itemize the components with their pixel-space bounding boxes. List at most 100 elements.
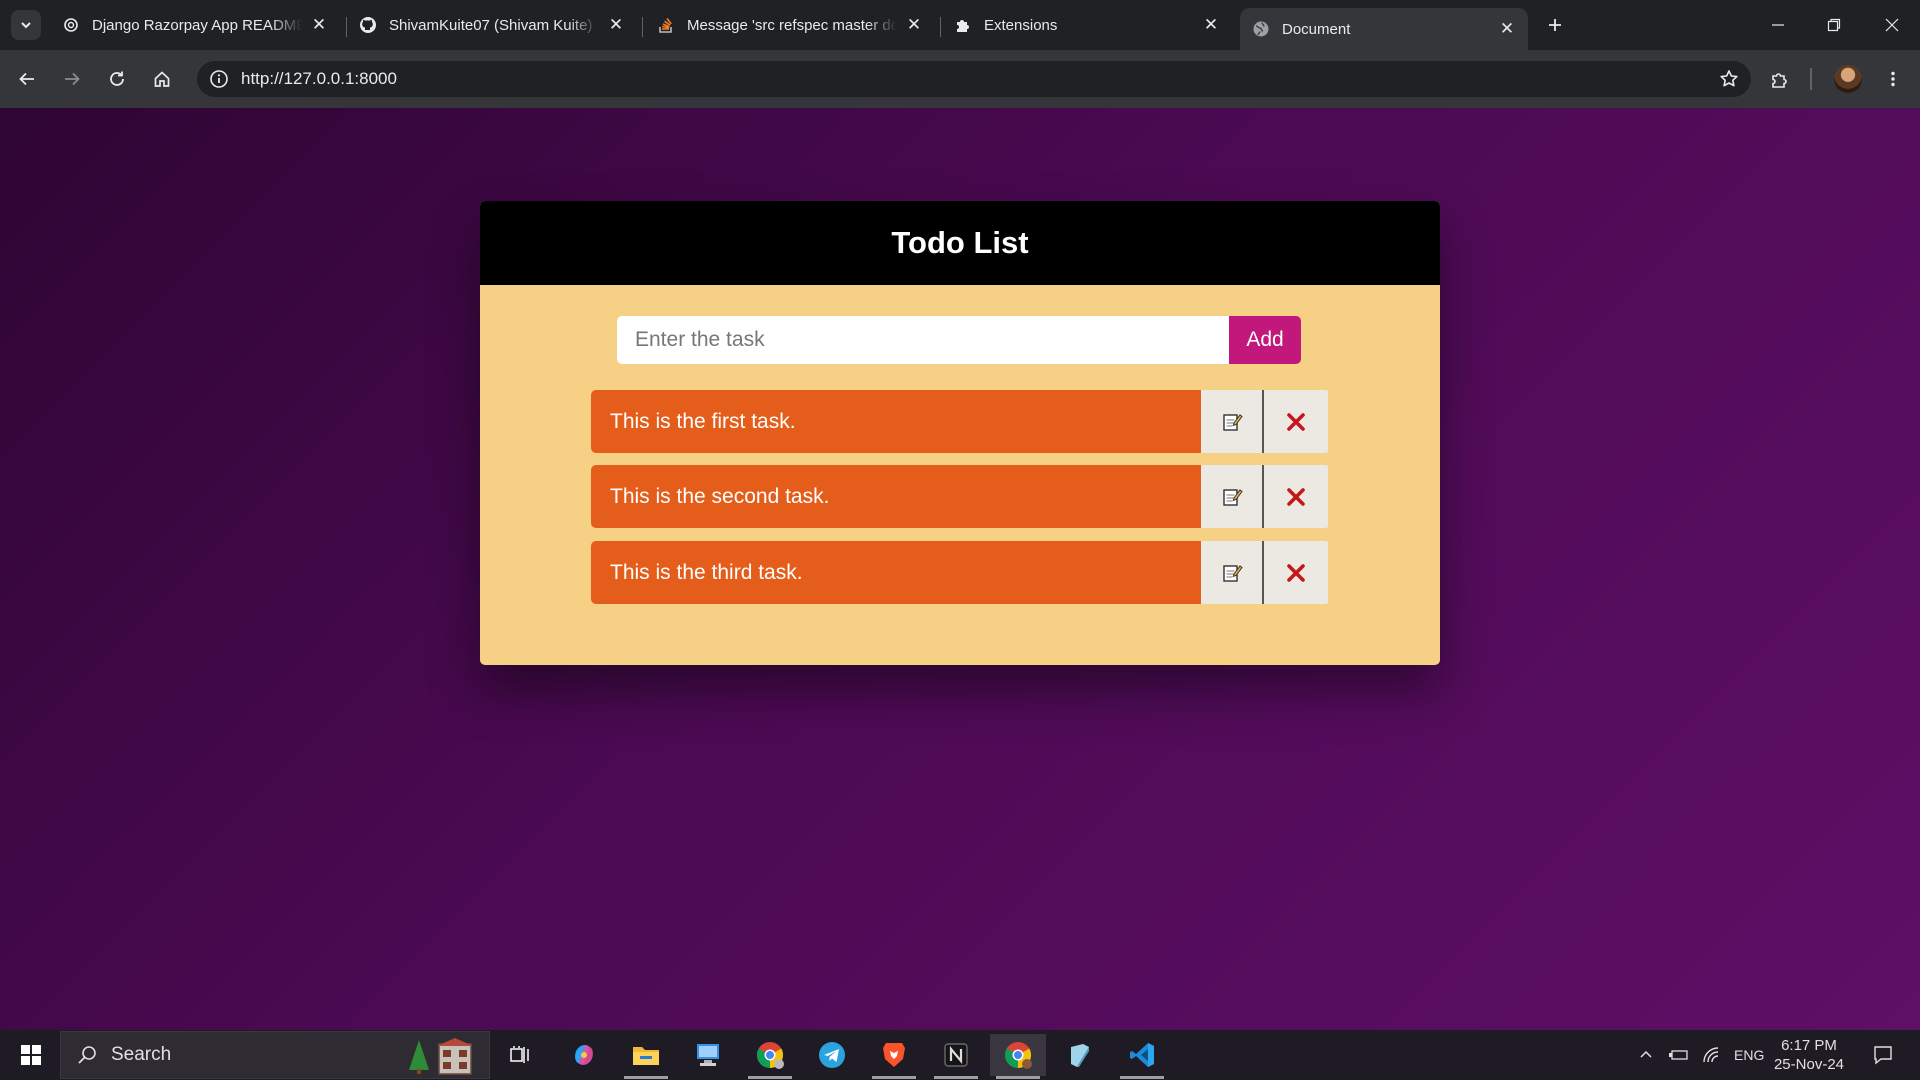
tab-stackoverflow[interactable]: Message 'src refspec master do ✕ [645, 8, 935, 42]
notification-center-button[interactable] [1865, 1030, 1901, 1080]
edit-task-button[interactable] [1201, 541, 1264, 604]
page-title: Todo List [891, 225, 1029, 260]
browser-menu-button[interactable] [1875, 61, 1911, 97]
search-highlight-image [409, 1038, 473, 1075]
close-icon[interactable]: ✕ [607, 15, 625, 34]
taskbar-app-vscode[interactable] [1114, 1034, 1170, 1079]
taskbar-app-copilot[interactable] [556, 1034, 612, 1076]
search-icon [78, 1046, 96, 1064]
task-text: This is the second task. [591, 465, 1201, 528]
todo-card: Todo List Add This is the first task. Th… [480, 201, 1440, 665]
search-label: Search [111, 1044, 172, 1065]
taskbar-app-notion[interactable] [928, 1034, 984, 1079]
restore-icon [1827, 18, 1841, 32]
task-item: This is the first task. [591, 390, 1330, 453]
tab-title: ShivamKuite07 (Shivam Kuite) [389, 16, 593, 34]
tab-extensions[interactable]: Extensions ✕ [942, 8, 1232, 42]
tab-strip: Django Razorpay App README ✕ ShivamKuite… [0, 0, 1920, 50]
puzzle-icon [954, 16, 972, 34]
close-icon[interactable]: ✕ [310, 15, 328, 34]
taskbar-app-telegram[interactable] [804, 1034, 860, 1076]
copilot-icon [575, 1045, 593, 1065]
taskbar-app-brave[interactable] [866, 1034, 922, 1079]
delete-task-button[interactable] [1264, 390, 1328, 453]
folder-icon [633, 1047, 659, 1065]
reload-button[interactable] [99, 61, 135, 97]
tab-title: Django Razorpay App README [92, 16, 302, 34]
task-item: This is the second task. [591, 465, 1330, 528]
browser-toolbar: http://127.0.0.1:8000 [0, 50, 1920, 108]
system-clock[interactable]: 6:17 PM 25-Nov-24 [1768, 1036, 1850, 1074]
kebab-menu-icon [1891, 71, 1895, 87]
taskbar-app-file-explorer[interactable] [618, 1034, 674, 1079]
battery-icon[interactable] [1668, 1047, 1690, 1063]
clock-date: 25-Nov-24 [1773, 1056, 1845, 1073]
chrome-icon [756, 1042, 784, 1069]
home-button[interactable] [144, 61, 180, 97]
telegram-icon [819, 1042, 845, 1068]
taskbar-app-chrome-profile[interactable] [742, 1034, 798, 1079]
task-view-button[interactable] [492, 1034, 548, 1076]
openai-icon [62, 16, 80, 34]
memo-edit-icon [1222, 564, 1243, 582]
minimize-button[interactable] [1750, 0, 1806, 50]
taskbar-app-chrome[interactable] [990, 1034, 1046, 1079]
clock-time: 6:17 PM [1781, 1037, 1837, 1054]
github-icon [359, 16, 377, 34]
memo-edit-icon [1222, 488, 1243, 506]
add-task-form: Add [617, 316, 1301, 364]
close-window-button[interactable] [1864, 0, 1920, 50]
page-viewport: Todo List Add This is the first task. Th… [0, 108, 1920, 1030]
delete-task-button[interactable] [1264, 541, 1328, 604]
chevron-up-icon[interactable] [1638, 1047, 1654, 1063]
close-icon [1885, 18, 1899, 32]
delete-task-button[interactable] [1264, 465, 1328, 528]
notification-icon [1874, 1046, 1892, 1065]
windows-logo-icon [21, 1045, 41, 1065]
task-item: This is the third task. [591, 541, 1330, 604]
restore-button[interactable] [1806, 0, 1862, 50]
tab-divider [642, 17, 643, 37]
edit-task-button[interactable] [1201, 465, 1264, 528]
tab-title: Document [1282, 20, 1351, 38]
wifi-icon[interactable] [1702, 1046, 1722, 1064]
language-indicator[interactable]: ENG [1734, 1047, 1764, 1063]
taskbar-search[interactable]: Search [60, 1031, 490, 1079]
arrow-right-icon [65, 72, 80, 86]
edit-task-button[interactable] [1201, 390, 1264, 453]
system-tray: ENG [1638, 1030, 1764, 1080]
taskbar-app-notepad[interactable] [1052, 1034, 1108, 1076]
close-icon[interactable]: ✕ [905, 15, 923, 34]
task-input[interactable] [617, 316, 1229, 364]
tab-django-readme[interactable]: Django Razorpay App README ✕ [50, 8, 340, 42]
chevron-down-icon [21, 22, 31, 29]
taskbar-app-remote-desktop[interactable] [680, 1034, 736, 1076]
bookmark-star-icon[interactable] [1717, 67, 1741, 91]
start-button[interactable] [8, 1030, 54, 1080]
close-icon[interactable]: ✕ [1498, 19, 1516, 38]
cross-mark-icon [1287, 563, 1305, 582]
tab-title: Message 'src refspec master do [687, 16, 897, 34]
url-text[interactable]: http://127.0.0.1:8000 [241, 69, 397, 89]
tab-search-button[interactable] [11, 10, 41, 40]
add-button[interactable]: Add [1229, 316, 1301, 364]
tab-document[interactable]: Document ✕ [1240, 8, 1528, 50]
chrome-icon [1004, 1042, 1032, 1069]
notepad-icon [1071, 1044, 1089, 1067]
minimize-icon [1772, 24, 1784, 26]
task-text: This is the first task. [591, 390, 1201, 453]
brave-icon [883, 1043, 905, 1067]
site-info-icon[interactable] [201, 61, 237, 97]
close-icon[interactable]: ✕ [1202, 15, 1220, 34]
cross-mark-icon [1287, 412, 1305, 431]
arrow-left-icon [19, 72, 34, 86]
forward-button[interactable] [54, 61, 90, 97]
toolbar-divider [1810, 68, 1812, 90]
home-icon [154, 71, 170, 87]
extensions-button[interactable] [1762, 61, 1798, 97]
new-tab-button[interactable] [1542, 12, 1568, 38]
address-bar[interactable]: http://127.0.0.1:8000 [197, 61, 1751, 97]
profile-avatar[interactable] [1834, 65, 1862, 93]
back-button[interactable] [9, 61, 45, 97]
tab-github[interactable]: ShivamKuite07 (Shivam Kuite) ✕ [347, 8, 637, 42]
